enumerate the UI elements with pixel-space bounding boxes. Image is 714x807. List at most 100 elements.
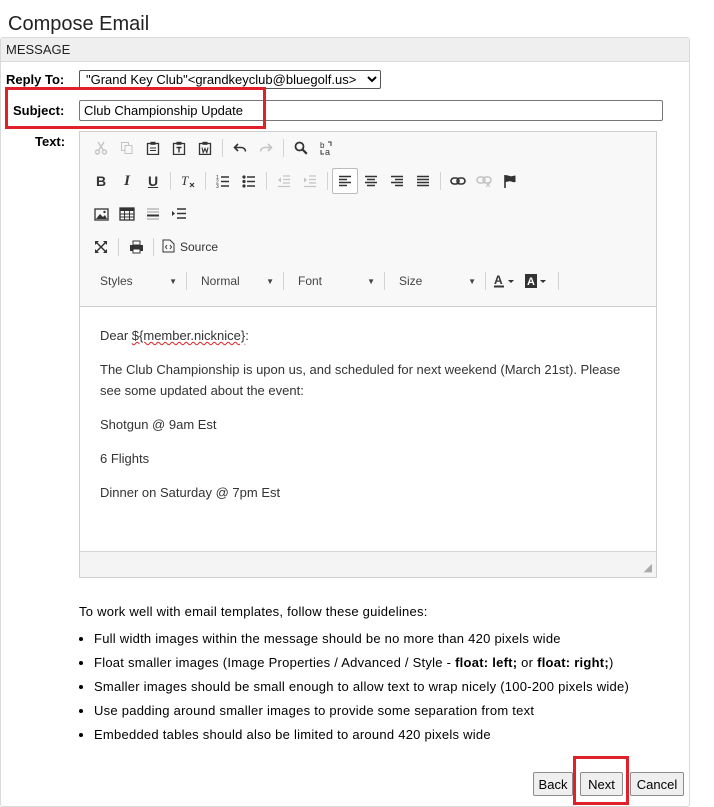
font-dropdown[interactable]: Font ▼: [288, 269, 380, 293]
toolbar-separator: [440, 172, 441, 190]
outdent-icon[interactable]: [271, 168, 297, 194]
size-dropdown[interactable]: Size ▼: [389, 269, 481, 293]
page-break-icon[interactable]: [166, 201, 192, 227]
body-paragraph-4: Dinner on Saturday @ 7pm Est: [100, 485, 281, 500]
guidelines-section: To work well with email templates, follo…: [79, 604, 699, 747]
greeting-prefix: Dear: [100, 328, 132, 343]
next-button[interactable]: Next: [580, 772, 623, 796]
align-right-icon[interactable]: [384, 168, 410, 194]
guidelines-intro: To work well with email templates, follo…: [79, 604, 428, 619]
greeting-suffix: :: [245, 328, 249, 343]
anchor-icon[interactable]: [497, 168, 523, 194]
text-label: Text:: [35, 134, 66, 149]
toolbar-separator: [205, 172, 206, 190]
toolbar-row-clipboard: ba: [88, 134, 340, 162]
font-dropdown-label: Font: [298, 274, 323, 288]
chevron-down-icon: ▼: [367, 276, 375, 286]
maximize-icon[interactable]: [88, 234, 114, 260]
link-icon[interactable]: [445, 168, 471, 194]
toolbar-separator: [327, 172, 328, 190]
numbered-list-icon[interactable]: 123: [210, 168, 236, 194]
chevron-down-icon: ▼: [468, 276, 476, 286]
body-paragraph-3: 6 Flights: [100, 451, 150, 466]
align-left-icon[interactable]: [332, 168, 358, 194]
redo-icon[interactable]: [253, 135, 279, 161]
toolbar-row-combos: Styles ▼ Normal ▼ Font ▼ Size ▼ A A: [90, 267, 563, 295]
guideline-text: ): [608, 655, 614, 670]
reply-to-label: Reply To:: [6, 72, 65, 87]
toolbar-separator: [558, 272, 559, 290]
guideline-text: Float smaller images (Image Properties /…: [94, 655, 456, 670]
toolbar-separator: [283, 139, 284, 157]
paste-icon[interactable]: [140, 135, 166, 161]
member-variable: ${member.nicknice}: [131, 328, 246, 343]
paste-text-icon[interactable]: [166, 135, 192, 161]
guideline-item: Smaller images should be small enough to…: [94, 675, 699, 699]
horizontal-line-icon[interactable]: [140, 201, 166, 227]
body-paragraph-2: Shotgun @ 9am Est: [100, 417, 217, 432]
toolbar-row-formatting: B I U T 123: [88, 167, 523, 195]
toolbar-separator: [283, 272, 284, 290]
editor-statusbar: ◢: [80, 551, 656, 577]
message-panel: MESSAGE Reply To: "Grand Key Club"<grand…: [0, 37, 690, 807]
svg-text:3: 3: [216, 184, 219, 188]
toolbar-separator: [266, 172, 267, 190]
styles-dropdown[interactable]: Styles ▼: [90, 269, 182, 293]
styles-dropdown-label: Styles: [100, 274, 133, 288]
back-button[interactable]: Back: [533, 772, 573, 796]
svg-text:A: A: [527, 276, 535, 288]
table-icon[interactable]: [114, 201, 140, 227]
guideline-item: Float smaller images (Image Properties /…: [94, 651, 699, 675]
toolbar-row-tools: Source: [88, 233, 222, 261]
copy-icon[interactable]: [114, 135, 140, 161]
paste-word-icon[interactable]: [192, 135, 218, 161]
chevron-down-icon: ▼: [266, 276, 274, 286]
print-icon[interactable]: [123, 234, 149, 260]
toolbar-separator: [384, 272, 385, 290]
toolbar-separator: [186, 272, 187, 290]
bold-icon[interactable]: B: [88, 168, 114, 194]
guideline-item: Use padding around smaller images to pro…: [94, 699, 699, 723]
resize-handle-icon[interactable]: ◢: [644, 561, 652, 574]
page-title: Compose Email: [8, 13, 150, 36]
justify-icon[interactable]: [410, 168, 436, 194]
find-icon[interactable]: [288, 135, 314, 161]
greeting-line: Dear ${member.nicknice}:: [100, 325, 636, 346]
rich-text-editor: ba B I U T 123 Source Styles ▼ Normal ▼ …: [79, 131, 657, 578]
cut-icon[interactable]: [88, 135, 114, 161]
toolbar-separator: [118, 238, 119, 256]
toolbar-separator: [170, 172, 171, 190]
indent-icon[interactable]: [297, 168, 323, 194]
subject-label: Subject:: [13, 103, 65, 118]
background-color-icon[interactable]: A: [522, 268, 554, 294]
source-button[interactable]: Source: [158, 234, 222, 260]
size-dropdown-label: Size: [399, 274, 423, 288]
image-icon[interactable]: [88, 201, 114, 227]
source-label: Source: [180, 240, 219, 254]
guideline-item: Full width images within the message sho…: [94, 627, 699, 651]
format-dropdown[interactable]: Normal ▼: [191, 269, 279, 293]
editor-toolbar: ba B I U T 123 Source Styles ▼ Normal ▼ …: [80, 132, 656, 307]
svg-text:A: A: [494, 274, 503, 287]
svg-text:T: T: [181, 173, 189, 188]
replace-icon[interactable]: ba: [314, 135, 340, 161]
guideline-code: float: left;: [455, 655, 518, 670]
body-paragraph-1: The Club Championship is upon us, and sc…: [100, 362, 621, 398]
cancel-button[interactable]: Cancel: [630, 772, 684, 796]
toolbar-separator: [222, 139, 223, 157]
reply-to-select[interactable]: "Grand Key Club"<grandkeyclub@bluegolf.u…: [79, 70, 381, 89]
text-color-icon[interactable]: A: [490, 268, 522, 294]
remove-format-icon[interactable]: T: [175, 168, 201, 194]
guidelines-list: Full width images within the message sho…: [79, 627, 699, 747]
align-center-icon[interactable]: [358, 168, 384, 194]
guideline-item: Embedded tables should also be limited t…: [94, 723, 699, 747]
unlink-icon[interactable]: [471, 168, 497, 194]
bulleted-list-icon[interactable]: [236, 168, 262, 194]
panel-header: MESSAGE: [1, 38, 689, 62]
source-icon: [162, 239, 175, 256]
undo-icon[interactable]: [227, 135, 253, 161]
underline-icon[interactable]: U: [140, 168, 166, 194]
italic-icon[interactable]: I: [114, 168, 140, 194]
subject-input[interactable]: [79, 100, 663, 121]
editor-content-area[interactable]: Dear ${member.nicknice}: The Club Champi…: [80, 307, 656, 552]
